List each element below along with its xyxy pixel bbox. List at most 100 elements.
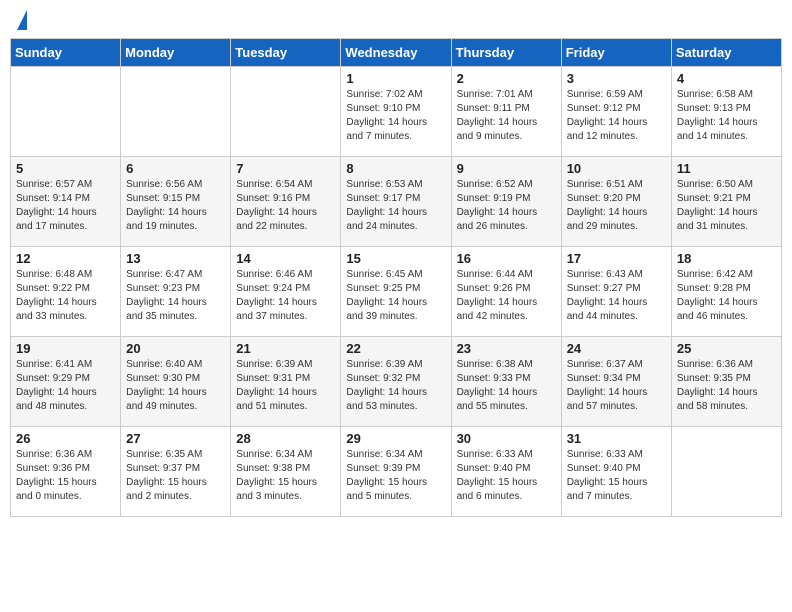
- day-info: Sunrise: 6:43 AM Sunset: 9:27 PM Dayligh…: [567, 268, 666, 324]
- day-number: 14: [236, 251, 335, 266]
- calendar-week-row: 26 Sunrise: 6:36 AM Sunset: 9:36 PM Dayli…: [11, 427, 782, 517]
- day-info: Sunrise: 6:42 AM Sunset: 9:28 PM Dayligh…: [677, 268, 776, 324]
- day-number: 11: [677, 161, 776, 176]
- calendar-day-cell: [671, 427, 781, 517]
- day-number: 13: [126, 251, 225, 266]
- day-number: 19: [16, 341, 115, 356]
- day-number: 21: [236, 341, 335, 356]
- day-info: Sunrise: 7:01 AM Sunset: 9:11 PM Dayligh…: [457, 88, 556, 144]
- weekday-header-wednesday: Wednesday: [341, 39, 451, 67]
- day-number: 10: [567, 161, 666, 176]
- day-info: Sunrise: 7:02 AM Sunset: 9:10 PM Dayligh…: [346, 88, 445, 144]
- day-info: Sunrise: 6:41 AM Sunset: 9:29 PM Dayligh…: [16, 358, 115, 414]
- calendar-day-cell: 9 Sunrise: 6:52 AM Sunset: 9:19 PM Daylig…: [451, 157, 561, 247]
- day-info: Sunrise: 6:40 AM Sunset: 9:30 PM Dayligh…: [126, 358, 225, 414]
- calendar-day-cell: 8Sunrise: 6:53 AM Sunset: 9:17 PM Daylig…: [341, 157, 451, 247]
- day-number: 6: [126, 161, 225, 176]
- day-info: Sunrise: 6:35 AM Sunset: 9:37 PM Dayligh…: [126, 448, 225, 504]
- day-info: Sunrise: 6:36 AM Sunset: 9:35 PM Dayligh…: [677, 358, 776, 414]
- day-number: 3: [567, 71, 666, 86]
- day-info: Sunrise: 6:51 AM Sunset: 9:20 PM Dayligh…: [567, 178, 666, 234]
- day-number: 12: [16, 251, 115, 266]
- calendar-day-cell: 11 Sunrise: 6:50 AM Sunset: 9:21 PM Dayli…: [671, 157, 781, 247]
- day-number: 30: [457, 431, 556, 446]
- calendar-day-cell: 30 Sunrise: 6:33 AM Sunset: 9:40 PM Dayli…: [451, 427, 561, 517]
- day-info: Sunrise: 6:37 AM Sunset: 9:34 PM Dayligh…: [567, 358, 666, 414]
- day-info: Sunrise: 6:34 AM Sunset: 9:39 PM Dayligh…: [346, 448, 445, 504]
- calendar-day-cell: 23 Sunrise: 6:38 AM Sunset: 9:33 PM Dayli…: [451, 337, 561, 427]
- logo-triangle-icon: [17, 10, 27, 30]
- day-info: Sunrise: 6:58 AM Sunset: 9:13 PM Dayligh…: [677, 88, 776, 144]
- calendar-day-cell: 24 Sunrise: 6:37 AM Sunset: 9:34 PM Dayli…: [561, 337, 671, 427]
- day-number: 16: [457, 251, 556, 266]
- calendar-day-cell: 21 Sunrise: 6:39 AM Sunset: 9:31 PM Dayli…: [231, 337, 341, 427]
- day-number: 28: [236, 431, 335, 446]
- day-number: 27: [126, 431, 225, 446]
- day-number: 26: [16, 431, 115, 446]
- day-info: Sunrise: 6:46 AM Sunset: 9:24 PM Dayligh…: [236, 268, 335, 324]
- day-info: Sunrise: 6:48 AM Sunset: 9:22 PM Dayligh…: [16, 268, 115, 324]
- weekday-header-friday: Friday: [561, 39, 671, 67]
- calendar-day-cell: 29 Sunrise: 6:34 AM Sunset: 9:39 PM Dayli…: [341, 427, 451, 517]
- day-info: Sunrise: 6:57 AM Sunset: 9:14 PM Dayligh…: [16, 178, 115, 234]
- day-info: Sunrise: 6:44 AM Sunset: 9:26 PM Dayligh…: [457, 268, 556, 324]
- calendar-day-cell: [11, 67, 121, 157]
- day-info: Sunrise: 6:38 AM Sunset: 9:33 PM Dayligh…: [457, 358, 556, 414]
- calendar-day-cell: 2 Sunrise: 7:01 AM Sunset: 9:11 PM Daylig…: [451, 67, 561, 157]
- day-info: Sunrise: 6:36 AM Sunset: 9:36 PM Dayligh…: [16, 448, 115, 504]
- calendar-day-cell: 28Sunrise: 6:34 AM Sunset: 9:38 PM Dayli…: [231, 427, 341, 517]
- day-number: 20: [126, 341, 225, 356]
- calendar-day-cell: 31 Sunrise: 6:33 AM Sunset: 9:40 PM Dayli…: [561, 427, 671, 517]
- calendar-day-cell: 27 Sunrise: 6:35 AM Sunset: 9:37 PM Dayli…: [121, 427, 231, 517]
- day-info: Sunrise: 6:59 AM Sunset: 9:12 PM Dayligh…: [567, 88, 666, 144]
- calendar-day-cell: 17 Sunrise: 6:43 AM Sunset: 9:27 PM Dayli…: [561, 247, 671, 337]
- day-number: 5: [16, 161, 115, 176]
- calendar-day-cell: 1Sunrise: 7:02 AM Sunset: 9:10 PM Daylig…: [341, 67, 451, 157]
- day-info: Sunrise: 6:56 AM Sunset: 9:15 PM Dayligh…: [126, 178, 225, 234]
- calendar-day-cell: 26 Sunrise: 6:36 AM Sunset: 9:36 PM Dayli…: [11, 427, 121, 517]
- day-info: Sunrise: 6:54 AM Sunset: 9:16 PM Dayligh…: [236, 178, 335, 234]
- calendar-header-row: SundayMondayTuesdayWednesdayThursdayFrid…: [11, 39, 782, 67]
- calendar-day-cell: 13Sunrise: 6:47 AM Sunset: 9:23 PM Dayli…: [121, 247, 231, 337]
- weekday-header-thursday: Thursday: [451, 39, 561, 67]
- calendar-day-cell: 10 Sunrise: 6:51 AM Sunset: 9:20 PM Dayli…: [561, 157, 671, 247]
- day-number: 7: [236, 161, 335, 176]
- calendar-day-cell: 4Sunrise: 6:58 AM Sunset: 9:13 PM Daylig…: [671, 67, 781, 157]
- calendar-day-cell: [121, 67, 231, 157]
- day-number: 22: [346, 341, 445, 356]
- weekday-header-saturday: Saturday: [671, 39, 781, 67]
- calendar-day-cell: 15Sunrise: 6:45 AM Sunset: 9:25 PM Dayli…: [341, 247, 451, 337]
- day-number: 17: [567, 251, 666, 266]
- day-info: Sunrise: 6:53 AM Sunset: 9:17 PM Dayligh…: [346, 178, 445, 234]
- calendar-day-cell: 5 Sunrise: 6:57 AM Sunset: 9:14 PM Daylig…: [11, 157, 121, 247]
- weekday-header-monday: Monday: [121, 39, 231, 67]
- calendar-week-row: 1Sunrise: 7:02 AM Sunset: 9:10 PM Daylig…: [11, 67, 782, 157]
- day-number: 25: [677, 341, 776, 356]
- calendar-day-cell: 16 Sunrise: 6:44 AM Sunset: 9:26 PM Dayli…: [451, 247, 561, 337]
- day-info: Sunrise: 6:52 AM Sunset: 9:19 PM Dayligh…: [457, 178, 556, 234]
- day-number: 23: [457, 341, 556, 356]
- day-number: 29: [346, 431, 445, 446]
- day-number: 31: [567, 431, 666, 446]
- day-info: Sunrise: 6:50 AM Sunset: 9:21 PM Dayligh…: [677, 178, 776, 234]
- page-header: [10, 10, 782, 30]
- day-info: Sunrise: 6:33 AM Sunset: 9:40 PM Dayligh…: [457, 448, 556, 504]
- day-number: 9: [457, 161, 556, 176]
- day-info: Sunrise: 6:39 AM Sunset: 9:31 PM Dayligh…: [236, 358, 335, 414]
- calendar-week-row: 5 Sunrise: 6:57 AM Sunset: 9:14 PM Daylig…: [11, 157, 782, 247]
- calendar-day-cell: 19 Sunrise: 6:41 AM Sunset: 9:29 PM Dayli…: [11, 337, 121, 427]
- day-info: Sunrise: 6:45 AM Sunset: 9:25 PM Dayligh…: [346, 268, 445, 324]
- calendar-day-cell: 7 Sunrise: 6:54 AM Sunset: 9:16 PM Daylig…: [231, 157, 341, 247]
- day-info: Sunrise: 6:33 AM Sunset: 9:40 PM Dayligh…: [567, 448, 666, 504]
- day-number: 24: [567, 341, 666, 356]
- logo: [14, 10, 27, 30]
- calendar-body: 1Sunrise: 7:02 AM Sunset: 9:10 PM Daylig…: [11, 67, 782, 517]
- calendar-day-cell: 22Sunrise: 6:39 AM Sunset: 9:32 PM Dayli…: [341, 337, 451, 427]
- weekday-header-tuesday: Tuesday: [231, 39, 341, 67]
- calendar-day-cell: 14 Sunrise: 6:46 AM Sunset: 9:24 PM Dayli…: [231, 247, 341, 337]
- day-number: 18: [677, 251, 776, 266]
- calendar-week-row: 19 Sunrise: 6:41 AM Sunset: 9:29 PM Dayli…: [11, 337, 782, 427]
- calendar-day-cell: [231, 67, 341, 157]
- day-number: 2: [457, 71, 556, 86]
- calendar-day-cell: 6 Sunrise: 6:56 AM Sunset: 9:15 PM Daylig…: [121, 157, 231, 247]
